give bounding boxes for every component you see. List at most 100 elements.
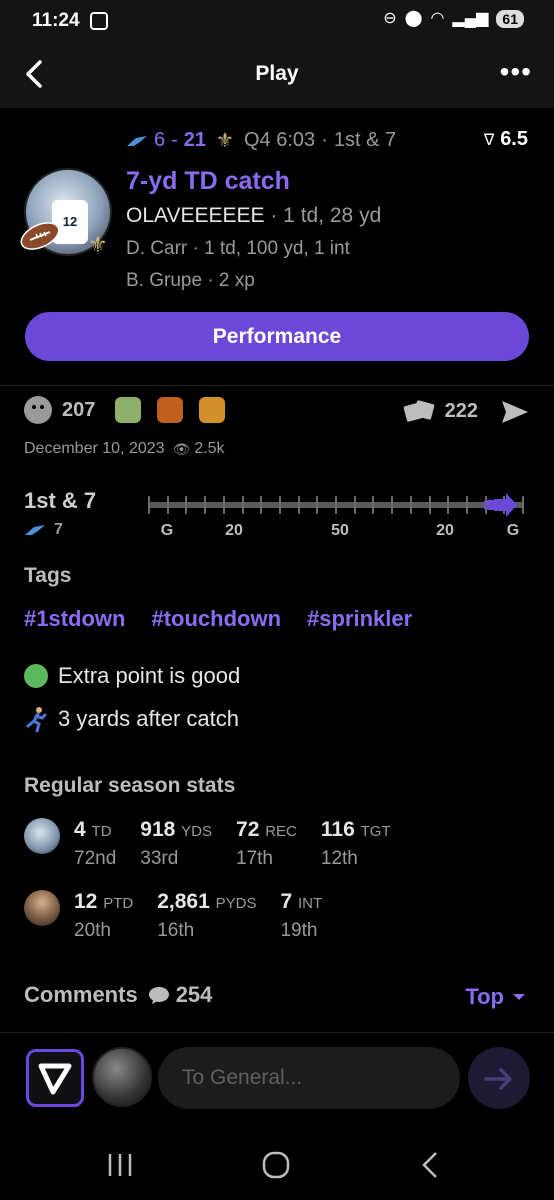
share-send-icon[interactable] — [500, 398, 530, 426]
stat-int: 7 INT 19th — [280, 890, 323, 941]
comments-label: Comments — [24, 982, 138, 1007]
field-tick — [429, 496, 431, 514]
field-yard-label: 20 — [436, 522, 454, 539]
screenshot-icon — [90, 12, 108, 30]
football-icon — [20, 222, 60, 250]
ball-position-arrow-icon — [494, 493, 517, 517]
game-clock: Q4 6:03 — [243, 129, 316, 151]
stat-pyds: 2,861 PYDS 16th — [157, 890, 257, 941]
shares[interactable]: 222 — [403, 398, 478, 424]
home-icon[interactable] — [256, 1148, 296, 1182]
fact-extra-point: Extra point is good — [24, 663, 240, 689]
down-text: 1st & 7 — [333, 129, 397, 151]
passer-stats-row[interactable]: 12 PTD 20th 2,861 PYDS 16th 7 INT 19th — [24, 890, 346, 942]
status-icons: ⊖ ⬤ ◠ ▂▄▆ 61 — [383, 10, 524, 28]
player-stats: · 1 td, 28 yd — [264, 204, 382, 227]
page-title: Play — [255, 62, 299, 85]
smiley-face-icon[interactable] — [24, 396, 52, 424]
top-app-bar: Play ••• — [0, 44, 554, 108]
play-title: 7-yd TD catch — [126, 167, 290, 195]
channel-avatar[interactable] — [92, 1047, 152, 1107]
field-yard-label: 20 — [225, 522, 243, 539]
spread-icon: ᐁ — [483, 132, 495, 149]
field-tick — [410, 496, 412, 514]
shares-count: 222 — [444, 399, 478, 422]
do-not-disturb-icon: ⊖ — [383, 10, 397, 27]
more-options-icon[interactable]: ••• — [500, 56, 532, 88]
spread: ᐁ 6.5 — [483, 128, 528, 150]
field-tick — [391, 496, 393, 514]
home-score: 21 — [183, 129, 207, 151]
stat-rec: 72 REC 17th — [236, 818, 297, 869]
fact-yards-after-catch: 3 yards after catch — [24, 706, 239, 732]
field-position-bar: G 20 50 20 G — [148, 492, 524, 542]
player-line: OLAVEEEEEE · 1 td, 28 yd — [126, 204, 381, 228]
field-tick — [447, 496, 449, 514]
comment-bubble-icon — [148, 987, 169, 1004]
field-tick — [148, 496, 150, 514]
performance-button[interactable]: Performance — [25, 312, 529, 361]
receiver-avatar[interactable] — [24, 818, 60, 854]
tag-list: #1stdown #touchdown #sprinkler — [24, 606, 412, 632]
battery-indicator: 61 — [496, 10, 524, 28]
field-tick — [372, 496, 374, 514]
cards-icon — [403, 400, 434, 422]
saints-fleur-de-lis-icon: ⚜ — [88, 232, 108, 257]
comment-input[interactable] — [158, 1047, 460, 1109]
post-date: December 10, 2023 — [24, 440, 165, 457]
player-name[interactable]: OLAVEEEEEE — [126, 204, 265, 227]
tag-link[interactable]: #sprinkler — [307, 606, 412, 632]
field-yard-label: 50 — [331, 522, 349, 539]
field-yard-label: G — [160, 522, 174, 539]
celebrate-reaction-icon[interactable] — [199, 397, 226, 423]
send-button[interactable] — [468, 1047, 530, 1109]
field-tick — [167, 496, 169, 514]
field-tick — [485, 496, 487, 514]
signal-icon: ▂▄▆ — [452, 10, 489, 27]
stat-td: 4 TD 72nd — [74, 818, 117, 869]
location-icon: ⬤ — [404, 10, 423, 27]
kicker-line: B. Grupe · 2 xp — [126, 270, 255, 291]
wifi-icon: ◠ — [430, 10, 445, 27]
comments-header: Comments 254 — [24, 982, 212, 1008]
field-tick — [335, 496, 337, 514]
field-tick — [204, 496, 206, 514]
tag-link[interactable]: #touchdown — [151, 606, 281, 632]
arrow-right-icon — [484, 1067, 512, 1090]
field-tick — [185, 496, 187, 514]
app-logo-button[interactable] — [26, 1049, 84, 1107]
field-tick — [522, 496, 524, 514]
passer-line: D. Carr · 1 td, 100 yd, 1 int — [126, 238, 350, 259]
field-tick — [223, 496, 225, 514]
fire-reaction-icon[interactable] — [157, 397, 184, 423]
away-score: 6 — [154, 129, 166, 151]
baby-reaction-icon[interactable] — [115, 397, 142, 423]
chevron-down-icon — [513, 994, 525, 1000]
passer-avatar[interactable] — [24, 890, 60, 926]
system-nav-bar — [0, 1130, 554, 1200]
status-bar: 11:24 ⊖ ⬤ ◠ ▂▄▆ 61 — [0, 0, 554, 44]
comments-count: 254 — [175, 982, 213, 1007]
field-tick — [354, 496, 356, 514]
tags-heading: Tags — [24, 564, 72, 587]
stat-ptd: 12 PTD 20th — [74, 890, 134, 941]
tag-link[interactable]: #1stdown — [24, 606, 125, 632]
recents-icon[interactable] — [100, 1148, 140, 1182]
sort-dropdown[interactable]: Top — [465, 984, 526, 1010]
down-distance: 1st & 7 — [24, 488, 97, 513]
field-tick — [260, 496, 262, 514]
game-scoreline: 6-21 ⚜ Q4 6:03 · 1st & 7 — [126, 128, 396, 153]
panthers-logo-icon — [127, 135, 147, 146]
reactions-bar[interactable]: 207 — [24, 396, 226, 424]
stat-yds: 918 YDS 33rd — [140, 818, 213, 869]
app-logo-icon — [38, 1063, 72, 1095]
green-circle-icon — [24, 664, 48, 688]
saints-logo-icon: ⚜ — [216, 130, 234, 152]
panthers-logo-icon — [25, 525, 45, 535]
field-tick — [242, 496, 244, 514]
receiver-stats-row[interactable]: 4 TD 72nd 918 YDS 33rd 72 REC 17th 116 T… — [24, 818, 415, 870]
stat-tgt: 116 TGT 12th — [320, 818, 391, 869]
field-tick — [298, 496, 300, 514]
system-back-icon[interactable] — [412, 1148, 452, 1182]
comment-composer — [0, 1032, 554, 1128]
